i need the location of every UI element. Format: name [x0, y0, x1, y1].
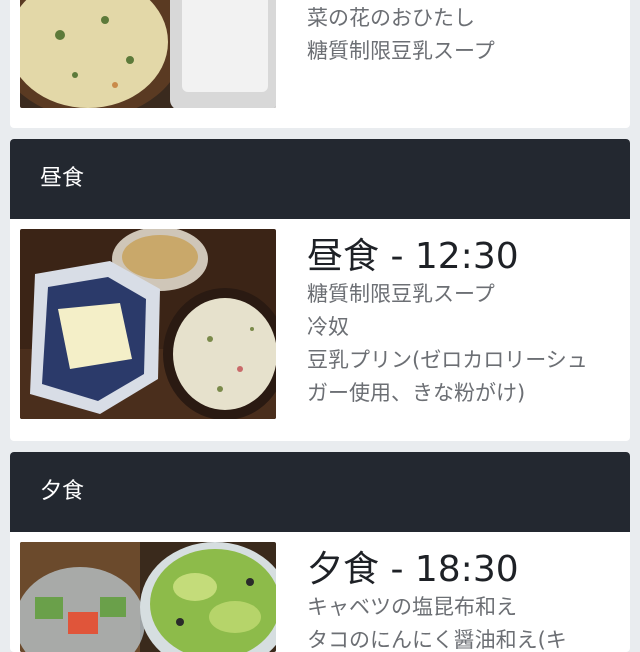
dinner-photo-image — [20, 542, 276, 652]
dish-item: キャベツの塩昆布和え — [307, 595, 517, 619]
lunch-card: 昼食 昼食 - 12:30 糖質制限豆乳スープ 冷奴 豆乳プリン(ゼロカロリーシ… — [10, 139, 630, 441]
dish-item: 冷奴 — [307, 315, 349, 339]
breakfast-photo-image — [20, 0, 276, 108]
dinner-dish-list: キャベツの塩昆布和え タコのにんにく醤油和え(キ — [307, 591, 607, 652]
dish-item: 糖質制限豆乳スープ — [307, 282, 495, 306]
dish-item: 菜の花のおひたし — [307, 6, 475, 30]
lunch-photo[interactable] — [20, 229, 276, 419]
lunch-dish-list: 糖質制限豆乳スープ 冷奴 豆乳プリン(ゼロカロリーシュガー使用、きな粉がけ) — [307, 278, 607, 410]
breakfast-dish-list: 菜の花のおひたし 糖質制限豆乳スープ — [307, 2, 607, 68]
dinner-title: 夕食 - 18:30 — [307, 549, 519, 590]
dish-item: 豆乳プリン(ゼロカロリーシュガー使用、きな粉がけ) — [307, 348, 588, 405]
dish-item: タコのにんにく醤油和え(キ — [307, 628, 567, 652]
lunch-photo-image — [20, 229, 276, 419]
lunch-title: 昼食 - 12:30 — [307, 236, 519, 277]
dinner-header: 夕食 — [10, 452, 630, 532]
dinner-photo[interactable] — [20, 542, 276, 652]
dinner-card: 夕食 夕食 - 18:30 キャベツの塩昆布和え タコのにんにく醤油和え(キ — [10, 452, 630, 652]
dish-item: 糖質制限豆乳スープ — [307, 39, 495, 63]
breakfast-photo[interactable] — [20, 0, 276, 108]
breakfast-card: 菜の花のおひたし 糖質制限豆乳スープ — [10, 0, 630, 128]
lunch-header: 昼食 — [10, 139, 630, 219]
